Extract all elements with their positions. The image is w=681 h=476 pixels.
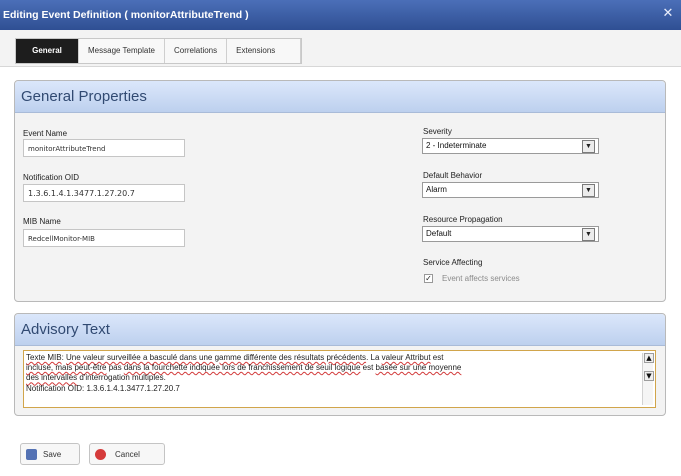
service-affecting-label: Service Affecting [423,258,483,267]
save-button[interactable]: Save [20,443,80,465]
scroll-up-icon[interactable]: ▲ [644,353,654,363]
tab-message-template[interactable]: Message Template [79,39,165,63]
service-affecting-checkbox[interactable]: ✓ [424,274,433,283]
default-behavior-select[interactable]: Alarm ▼ [422,182,599,198]
save-icon [26,449,37,460]
advisory-text-area[interactable]: Texte MIB: Une valeur surveillée a bascu… [23,350,656,408]
event-name-label: Event Name [23,129,68,138]
resource-propagation-label: Resource Propagation [423,215,503,224]
save-button-label: Save [43,450,62,459]
default-behavior-value: Alarm [426,185,447,194]
close-icon[interactable]: ✕ [661,7,675,21]
tab-correlations[interactable]: Correlations [165,39,228,63]
advisory-scrollbar[interactable]: ▲ ▼ [642,353,654,405]
chevron-down-icon[interactable]: ▼ [582,228,595,241]
advisory-text-panel: Advisory Text Texte MIB: Une valeur surv… [14,313,666,416]
severity-value: 2 - Indeterminate [426,141,487,150]
window-title: Editing Event Definition ( monitorAttrib… [3,9,249,21]
default-behavior-label: Default Behavior [423,171,483,180]
general-properties-header: General Properties [15,81,665,113]
severity-label: Severity [423,127,452,136]
tab-extensions[interactable]: Extensions [227,39,302,63]
tab-strip: General Message Template Correlations Ex… [15,38,303,64]
mib-name-label: MIB Name [23,217,61,226]
scroll-down-icon[interactable]: ▼ [644,371,654,381]
notification-oid-field[interactable]: 1.3.6.1.4.1.3477.1.27.20.7 [23,184,185,202]
cancel-button[interactable]: Cancel [89,443,165,465]
cancel-icon [95,449,106,460]
severity-select[interactable]: 2 - Indeterminate ▼ [422,138,599,154]
service-affecting-checkbox-label: Event affects services [442,274,520,283]
mib-name-field[interactable]: RedcellMonitor-MIB [23,229,185,247]
resource-propagation-select[interactable]: Default ▼ [422,226,599,242]
tab-general[interactable]: General [16,39,79,63]
chevron-down-icon[interactable]: ▼ [582,140,595,153]
window-title-bar: Editing Event Definition ( monitorAttrib… [0,0,681,30]
general-properties-panel: General Properties Event Name monitorAtt… [14,80,666,302]
advisory-text-content: Texte MIB: Une valeur surveillée a bascu… [26,353,462,393]
notification-oid-label: Notification OID [23,173,80,182]
resource-propagation-value: Default [426,229,452,238]
event-name-field[interactable]: monitorAttributeTrend [23,139,185,157]
chevron-down-icon[interactable]: ▼ [582,184,595,197]
cancel-button-label: Cancel [115,450,140,459]
advisory-text-header: Advisory Text [15,314,665,346]
